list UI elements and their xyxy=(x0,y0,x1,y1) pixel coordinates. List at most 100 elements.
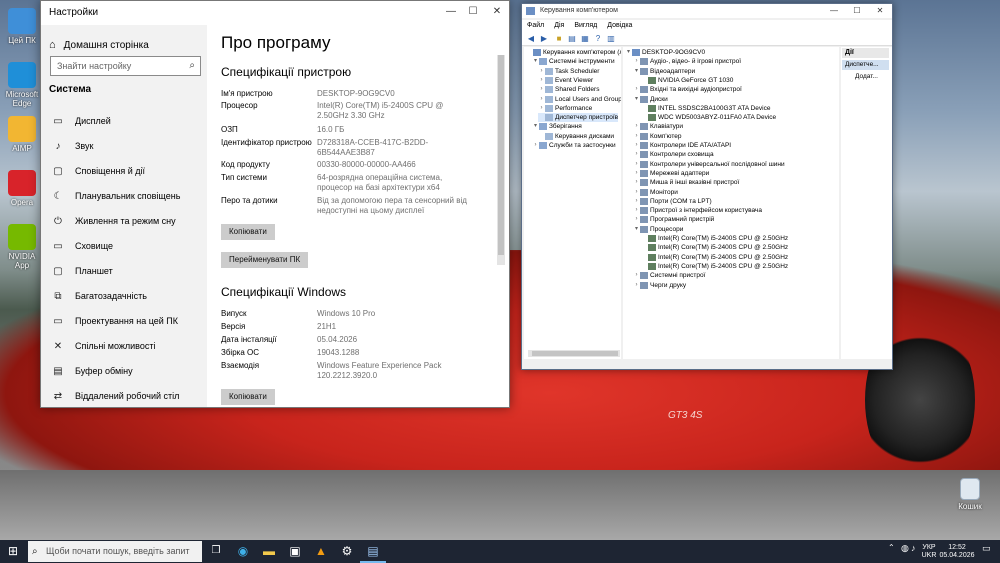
chevron-right-icon[interactable]: › xyxy=(633,206,640,215)
tree-node[interactable]: ▾ Відеоадаптери xyxy=(633,67,695,76)
settings-gear-icon[interactable]: ⚙ xyxy=(340,544,354,558)
tree-node[interactable]: ▾ DESKTOP-9OG9CV0 xyxy=(625,48,705,57)
sidebar-item[interactable]: ▢ Планшет xyxy=(41,260,207,282)
chevron-right-icon[interactable]: › xyxy=(538,67,545,76)
copy-device-specs-button[interactable]: Копіювати xyxy=(221,224,275,240)
cm-close-button[interactable]: ✕ xyxy=(868,4,892,18)
tree-node[interactable]: ▾ Процесори xyxy=(633,225,683,234)
details-icon[interactable]: ▥ xyxy=(606,34,616,44)
tree-node[interactable]: › Контролери універсальної послідовної ши… xyxy=(633,160,785,169)
desktop-icon[interactable]: Microsoft Edge xyxy=(2,62,42,108)
actions-more[interactable]: Додат... xyxy=(855,73,878,80)
tree-node[interactable]: INTEL SSDSC2BA100G3T ATA Device xyxy=(641,104,770,113)
taskbar-search-input[interactable]: ⌕ Щоби почати пошук, введіть запит тут xyxy=(28,541,202,562)
tree-node[interactable]: Intel(R) Core(TM) i5-2400S CPU @ 2.50GHz xyxy=(641,243,788,252)
menu-item[interactable]: Вигляд xyxy=(574,22,597,29)
sidebar-item[interactable]: ▢ Сповіщення й дії xyxy=(41,160,207,182)
tree-node[interactable]: › Мережеві адаптери xyxy=(633,169,709,178)
tree-node[interactable]: › Local Users and Groups xyxy=(538,95,621,104)
desktop-icon[interactable]: AIMP xyxy=(2,116,42,153)
chevron-down-icon[interactable]: ▾ xyxy=(532,57,539,66)
menu-item[interactable]: Файл xyxy=(527,22,544,29)
chevron-right-icon[interactable]: › xyxy=(633,215,640,224)
chevron-right-icon[interactable]: › xyxy=(633,122,640,131)
tree-node[interactable]: › Пристрої з інтерфейсом користувача xyxy=(633,206,762,215)
home-link[interactable]: ⌂ Домашня сторінка xyxy=(49,37,199,53)
tree-node[interactable]: › Миша й інші вказівні пристрої xyxy=(633,178,739,187)
aimp-icon[interactable]: ▲ xyxy=(314,544,328,558)
chevron-right-icon[interactable]: › xyxy=(633,169,640,178)
chevron-right-icon[interactable]: › xyxy=(633,150,640,159)
cm-maximize-button[interactable]: ☐ xyxy=(845,4,869,18)
maximize-button[interactable]: ☐ xyxy=(461,1,485,23)
tree-node[interactable]: › Контролери сховища xyxy=(633,150,714,159)
close-button[interactable]: ✕ xyxy=(485,1,509,23)
language-indicator[interactable]: УКР UKR xyxy=(921,544,937,560)
left-tree-hscroll[interactable] xyxy=(528,350,620,357)
settings-search-input[interactable]: Знайти настройку ⌕ xyxy=(50,56,201,76)
cm-minimize-button[interactable]: — xyxy=(822,4,846,18)
chevron-right-icon[interactable]: › xyxy=(538,104,545,113)
tree-node[interactable]: › Event Viewer xyxy=(538,76,593,85)
chevron-right-icon[interactable]: › xyxy=(633,271,640,280)
scrollbar-thumb[interactable] xyxy=(498,55,504,255)
chevron-right-icon[interactable]: › xyxy=(538,95,545,104)
chevron-right-icon[interactable]: › xyxy=(538,76,545,85)
tree-node[interactable]: NVIDIA GeForce GT 1030 xyxy=(641,76,733,85)
tree-node[interactable]: › Комп'ютер xyxy=(633,132,682,141)
rename-pc-button[interactable]: Перейменувати ПК xyxy=(221,252,309,268)
clock[interactable]: 12:52 05.04.2026 xyxy=(936,544,978,560)
chevron-down-icon[interactable]: ▾ xyxy=(633,225,640,234)
chevron-right-icon[interactable]: › xyxy=(633,141,640,150)
tree-node[interactable]: › Програмний пристрій xyxy=(633,215,714,224)
settings-scrollbar[interactable] xyxy=(497,55,505,265)
back-icon[interactable]: ◀ xyxy=(526,34,536,44)
windows-start-icon[interactable]: ⊞ xyxy=(6,544,20,558)
cm-titlebar[interactable]: Керування комп'ютером — ☐ ✕ xyxy=(522,4,892,18)
copy-windows-specs-button[interactable]: Копіювати xyxy=(221,389,275,405)
tree-node[interactable]: Диспетчер пристроїв xyxy=(538,113,619,123)
actions-device-manager[interactable]: Диспетче... xyxy=(842,60,889,70)
sidebar-item[interactable]: ▭ Сховище xyxy=(41,235,207,257)
settings-titlebar[interactable]: Настройки — ☐ ✕ xyxy=(41,1,509,25)
tree-node[interactable]: › Порти (COM та LPT) xyxy=(633,197,712,206)
chevron-down-icon[interactable]: ▾ xyxy=(633,67,640,76)
desktop-icon[interactable]: NVIDIA App xyxy=(2,224,42,270)
tree-node[interactable]: › Аудіо-, відео- й ігрові пристрої xyxy=(633,57,741,66)
edge-icon[interactable]: ◉ xyxy=(236,544,250,558)
tree-node[interactable]: › Контролери IDE ATA/ATAPI xyxy=(633,141,731,150)
tree-node[interactable]: › Черги друку xyxy=(633,281,686,290)
help-icon[interactable]: ? xyxy=(593,34,603,44)
network-icon[interactable]: ◍ xyxy=(901,544,909,553)
sidebar-item[interactable]: ⇄ Віддалений робочий стіл xyxy=(41,385,207,407)
chevron-right-icon[interactable]: › xyxy=(633,132,640,141)
properties-icon[interactable]: ▦ xyxy=(580,34,590,44)
list-icon[interactable]: ▤ xyxy=(567,34,577,44)
tree-node[interactable]: ▾ Системні інструменти xyxy=(532,57,615,66)
tree-node[interactable]: › Task Scheduler xyxy=(538,67,599,76)
notifications-icon[interactable]: ▭ xyxy=(982,544,991,553)
volume-icon[interactable]: ♪ xyxy=(911,544,916,553)
forward-icon[interactable]: ▶ xyxy=(539,34,549,44)
tree-node[interactable]: Керування комп'ютером (лок xyxy=(526,48,621,57)
tree-node[interactable]: Керування дисками xyxy=(538,132,614,141)
tree-node[interactable]: › Служби та застосунки xyxy=(532,141,616,150)
chevron-right-icon[interactable]: › xyxy=(633,57,640,66)
chevron-down-icon[interactable]: ▾ xyxy=(532,122,539,131)
tree-node[interactable]: ▾ Диски xyxy=(633,95,668,104)
tree-node[interactable]: › Performance xyxy=(538,104,592,113)
chevron-right-icon[interactable]: › xyxy=(633,197,640,206)
tree-node[interactable]: WDC WD5003ABYZ-011FA0 ATA Device xyxy=(641,113,776,122)
chevron-down-icon[interactable]: ▾ xyxy=(625,48,632,57)
desktop-icon[interactable]: Opera xyxy=(2,170,42,207)
chevron-right-icon[interactable]: › xyxy=(532,141,539,150)
chevron-down-icon[interactable]: ▾ xyxy=(633,95,640,104)
desktop-icon[interactable]: Цей ПК xyxy=(2,8,42,45)
minimize-button[interactable]: — xyxy=(439,1,463,23)
tree-node[interactable]: › Вхідні та вихідні аудіопристрої xyxy=(633,85,742,94)
task-view-icon[interactable]: ❒ xyxy=(209,544,223,558)
tree-node[interactable]: Intel(R) Core(TM) i5-2400S CPU @ 2.50GHz xyxy=(641,234,788,243)
tree-node[interactable]: › Системні пристрої xyxy=(633,271,705,280)
file-explorer-icon[interactable]: ▬ xyxy=(262,544,276,558)
folder-icon[interactable]: ■ xyxy=(554,34,564,44)
